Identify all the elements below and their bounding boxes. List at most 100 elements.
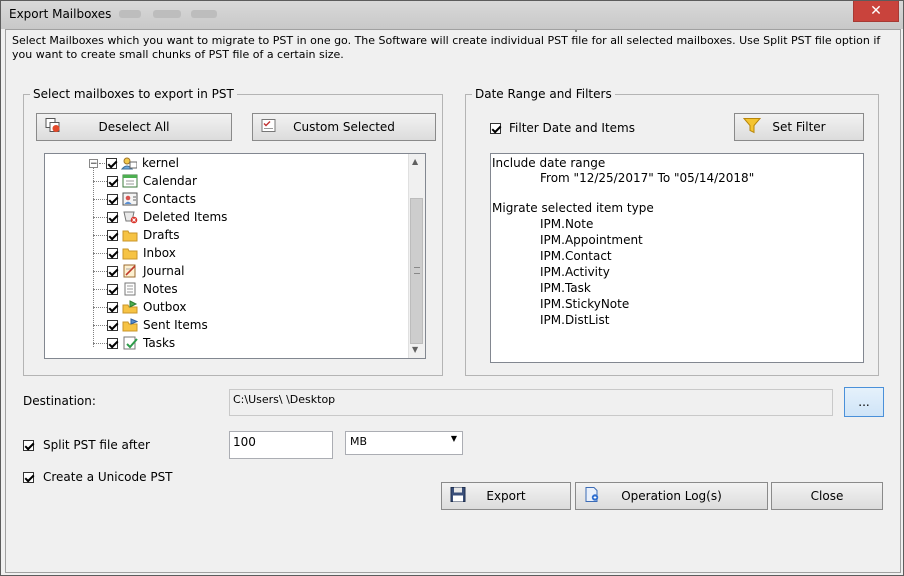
deleted-items-checkbox[interactable] <box>107 211 118 223</box>
notes-icon <box>124 282 136 296</box>
tree-node-drafts[interactable]: Drafts <box>107 226 180 244</box>
tasks-icon <box>123 336 138 350</box>
window-close-button[interactable]: ✕ <box>853 1 899 22</box>
destination-path-field[interactable]: C:\Users\ \Desktop <box>229 389 833 416</box>
split-unit-value: MB <box>350 435 368 448</box>
sent-items-checkbox[interactable] <box>107 319 118 331</box>
deselect-all-label: Deselect All <box>98 120 170 134</box>
tree-node-label: Calendar <box>143 174 197 188</box>
destination-label: Destination: <box>23 394 96 408</box>
item-type: IPM.Contact <box>540 249 612 263</box>
filter-summary-box: Include date range From "12/25/2017" To … <box>490 153 864 363</box>
inbox-checkbox[interactable] <box>107 247 118 259</box>
tree-node-tasks[interactable]: Tasks <box>107 334 175 352</box>
calendar-checkbox[interactable] <box>107 175 118 187</box>
split-pst-label: Split PST file after <box>43 438 150 452</box>
tree-guide-line <box>93 271 107 272</box>
tree-guide-line <box>93 325 107 326</box>
custom-selected-button[interactable]: Custom Selected <box>252 113 436 141</box>
scroll-grip <box>414 267 420 274</box>
tree-node-calendar[interactable]: Calendar <box>107 172 197 190</box>
unicode-pst-label: Create a Unicode PST <box>43 470 173 484</box>
spacer <box>575 30 577 32</box>
tree-guide-line <box>93 253 107 254</box>
contacts-checkbox[interactable] <box>107 193 118 205</box>
tree-guide-line <box>93 307 107 308</box>
deselect-all-icon <box>45 118 61 137</box>
item-types-heading: Migrate selected item type <box>492 201 654 215</box>
tree-node-label: Sent Items <box>143 318 208 332</box>
title-bar: Export Mailboxes ✕ <box>1 1 903 29</box>
mailbox-selection-group: Select mailboxes to export in PST Desele… <box>23 87 443 376</box>
tree-node-label: Notes <box>143 282 178 296</box>
close-label: Close <box>810 489 844 503</box>
item-type: IPM.Appointment <box>540 233 643 247</box>
tree-guide-line <box>93 235 107 236</box>
deselect-all-button[interactable]: Deselect All <box>36 113 232 141</box>
tree-node-inbox[interactable]: Inbox <box>107 244 176 262</box>
mailbox-tree[interactable]: − kernel Calendar Contacts Deleted Items… <box>44 153 426 359</box>
tree-node-sent-items[interactable]: Sent Items <box>107 316 208 334</box>
kernel-checkbox[interactable] <box>106 157 117 169</box>
folder-icon <box>122 230 138 242</box>
deleted-items-icon <box>123 211 138 224</box>
outbox-checkbox[interactable] <box>107 301 118 313</box>
filter-group-legend: Date Range and Filters <box>472 87 615 101</box>
tree-node-kernel[interactable]: − kernel <box>89 154 179 172</box>
drafts-checkbox[interactable] <box>107 229 118 241</box>
filter-date-items-label: Filter Date and Items <box>509 121 635 135</box>
custom-selected-label: Custom Selected <box>293 120 395 134</box>
tree-node-contacts[interactable]: Contacts <box>107 190 196 208</box>
tree-node-label: Inbox <box>143 246 176 260</box>
tree-node-outbox[interactable]: Outbox <box>107 298 186 316</box>
set-filter-label: Set Filter <box>772 120 826 134</box>
filter-date-items-checkbox[interactable] <box>490 122 501 134</box>
window-title: Export Mailboxes <box>9 7 112 21</box>
date-range-heading: Include date range <box>492 156 606 170</box>
tree-node-label: Journal <box>143 264 185 278</box>
item-type: IPM.Task <box>540 281 591 295</box>
split-pst-checkbox[interactable] <box>23 439 34 451</box>
tree-node-label: Outbox <box>143 300 187 314</box>
contacts-icon <box>122 192 138 206</box>
log-document-icon <box>584 487 600 506</box>
scroll-thumb[interactable] <box>410 198 423 344</box>
set-filter-button[interactable]: Set Filter <box>734 113 864 141</box>
scroll-down-arrow-icon[interactable]: ▼ <box>412 345 418 354</box>
split-pst-option[interactable]: Split PST file after <box>23 438 150 452</box>
custom-selected-icon <box>261 118 277 137</box>
split-size-input[interactable]: 100 <box>229 431 333 459</box>
tree-node-label: Contacts <box>143 192 196 206</box>
browse-button[interactable]: ... <box>844 387 884 417</box>
intro-text: Select Mailboxes which you want to migra… <box>12 34 881 61</box>
item-type: IPM.Note <box>540 217 594 231</box>
item-type: IPM.StickyNote <box>540 297 630 311</box>
tree-scrollbar[interactable]: ▲ ▼ <box>408 154 425 358</box>
filter-date-items-option[interactable]: Filter Date and Items <box>490 121 635 135</box>
notes-checkbox[interactable] <box>107 283 118 295</box>
tasks-checkbox[interactable] <box>107 337 118 349</box>
calendar-icon <box>122 174 138 188</box>
unicode-pst-checkbox[interactable] <box>23 471 34 483</box>
tree-node-journal[interactable]: Journal <box>107 262 185 280</box>
save-disk-icon <box>450 487 466 506</box>
export-mailboxes-window: Export Mailboxes ✕ Select Mailboxes whic… <box>0 0 904 576</box>
tree-guide-line <box>93 163 94 347</box>
unicode-pst-option[interactable]: Create a Unicode PST <box>23 470 173 484</box>
export-button[interactable]: Export <box>441 482 571 510</box>
date-range-filters-group: Date Range and Filters Filter Date and I… <box>465 87 879 376</box>
close-button[interactable]: Close <box>771 482 883 510</box>
journal-checkbox[interactable] <box>107 265 118 277</box>
export-label: Export <box>486 489 526 503</box>
tree-guide-line <box>93 199 107 200</box>
tree-node-deleted-items[interactable]: Deleted Items <box>107 208 227 226</box>
tree-node-notes[interactable]: Notes <box>107 280 178 298</box>
operation-logs-button[interactable]: Operation Log(s) <box>575 482 768 510</box>
folder-icon <box>122 248 138 260</box>
tree-node-label: Drafts <box>143 228 180 242</box>
tree-expander-icon[interactable]: − <box>89 158 98 168</box>
tree-guide-line <box>93 181 107 182</box>
split-unit-select[interactable]: MB ▼ <box>345 431 463 455</box>
scroll-up-arrow-icon[interactable]: ▲ <box>412 157 418 166</box>
tree-guide-line <box>93 289 107 290</box>
